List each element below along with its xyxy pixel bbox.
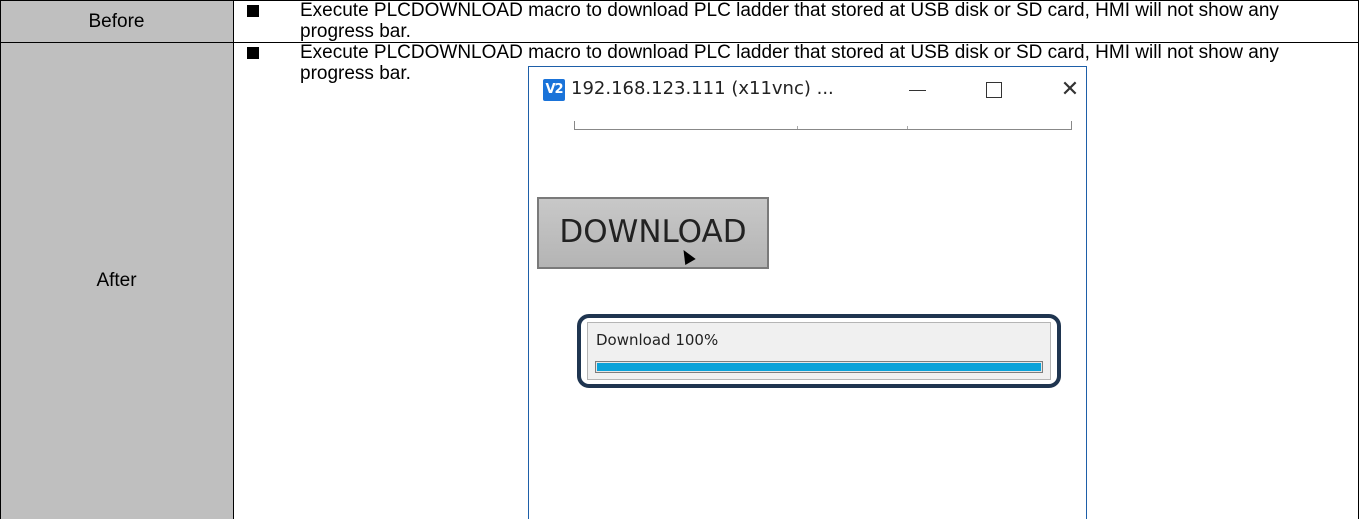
vnc-app-icon: V2 <box>543 79 565 101</box>
square-bullet-icon <box>247 47 259 59</box>
square-bullet-icon <box>247 5 259 17</box>
maximize-icon[interactable] <box>974 75 1014 105</box>
download-button[interactable]: DOWNLOAD <box>537 197 769 269</box>
window-titlebar: V2 192.168.123.111 (x11vnc) ... ✕ <box>529 67 1086 117</box>
minimize-icon[interactable] <box>897 75 937 105</box>
toolbar-ruler <box>574 121 1072 130</box>
before-label-cell: Before <box>0 1 233 42</box>
table-column-divider <box>233 0 234 519</box>
after-label-cell: After <box>0 43 233 519</box>
window-title: 192.168.123.111 (x11vnc) ... <box>571 78 834 99</box>
before-description: Execute PLCDOWNLOAD macro to download PL… <box>300 0 1279 42</box>
vnc-window: V2 192.168.123.111 (x11vnc) ... ✕ DOWNLO… <box>528 66 1087 519</box>
progress-highlight-outline <box>577 314 1061 388</box>
table-left-border <box>0 0 1 519</box>
after-label: After <box>96 270 137 291</box>
close-icon[interactable]: ✕ <box>1050 75 1090 105</box>
before-label: Before <box>88 10 145 32</box>
